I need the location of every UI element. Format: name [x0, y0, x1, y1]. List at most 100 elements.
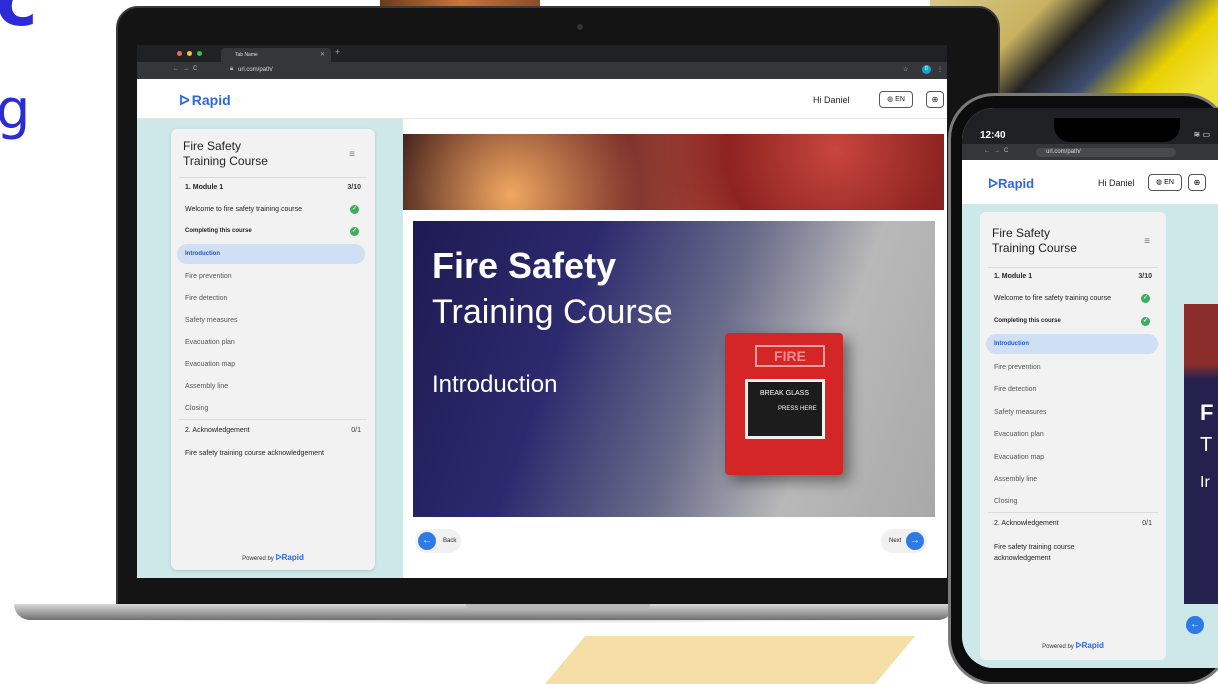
module-2-progress: 0/1: [351, 427, 361, 434]
phone-zoom-button[interactable]: ⊕: [1188, 174, 1206, 191]
module-1-header[interactable]: 1. Module 1 3/10: [185, 184, 361, 191]
bookmark-star-icon[interactable]: ☆: [903, 66, 908, 73]
module-1-header[interactable]: 1. Module 1 3/10: [994, 273, 1152, 280]
sidebar-item-fire-detection[interactable]: Fire detection: [185, 295, 361, 302]
phone-slide-peek: F T Ir: [1184, 304, 1218, 604]
new-tab-icon[interactable]: +: [335, 47, 340, 57]
phone-app-header: ᐅRapid Hi Daniel ◍ EN ⊕: [962, 160, 1218, 204]
background-letter-c: c: [0, 0, 38, 42]
sidebar-item-assembly-line[interactable]: Assembly line: [994, 476, 1152, 483]
arrow-left-icon: ←: [418, 532, 436, 550]
zoom-icon: ⊕: [931, 95, 939, 104]
globe-icon: ◍: [887, 96, 894, 103]
sidebar-item-completing[interactable]: Completing this course ✓: [185, 227, 361, 236]
powered-by-logo[interactable]: ᐅRapid: [275, 553, 303, 562]
sidebar-item-acknowledgement[interactable]: Fire safety training course acknowledgem…: [994, 542, 1152, 564]
back-label: Back: [443, 538, 457, 544]
brand-logo[interactable]: ᐅ Rapid: [179, 92, 231, 109]
lesson-content: Fire Safety Training Course Introduction…: [403, 119, 947, 578]
background-yellow-shape: [534, 636, 916, 684]
powered-by: Powered by ᐅRapid: [980, 641, 1166, 650]
browser-nav-icons[interactable]: ←→C: [173, 66, 201, 72]
module-2-header[interactable]: 2. Acknowledgement 0/1: [185, 427, 361, 434]
zoom-button[interactable]: ⊕: [926, 91, 944, 108]
module-2-progress: 0/1: [1142, 520, 1152, 527]
phone-url-field[interactable]: url.com/path/: [1036, 148, 1176, 157]
sidebar-item-label: Introduction: [994, 341, 1029, 347]
browser-menu-icon[interactable]: ⋮: [937, 66, 943, 73]
course-title-line2: Training Course: [992, 241, 1077, 255]
fire-alarm-image: FIRE BREAK GLASS PRESS HERE: [725, 333, 843, 475]
module-1-progress: 3/10: [347, 184, 361, 191]
profile-avatar[interactable]: D: [922, 65, 931, 74]
sidebar-item-label: Evacuation plan: [185, 339, 235, 346]
language-button[interactable]: ◍ EN: [879, 91, 913, 108]
divider: [988, 267, 1158, 268]
sidebar-item-safety-measures[interactable]: Safety measures: [185, 317, 361, 324]
sidebar-item-label: Fire prevention: [185, 273, 232, 280]
sidebar-item-label: Safety measures: [185, 317, 238, 324]
module-2-header[interactable]: 2. Acknowledgement 0/1: [994, 520, 1152, 527]
sidebar-item-welcome[interactable]: Welcome to fire safety training course ✓: [185, 205, 361, 214]
brand-name: Rapid: [191, 92, 231, 108]
menu-icon[interactable]: ≡: [1144, 236, 1150, 247]
course-title: Fire Safety Training Course: [183, 139, 303, 169]
background-letter-g: g: [0, 78, 31, 141]
url-field[interactable]: url.com/path/: [238, 67, 273, 73]
sidebar-item-introduction[interactable]: Introduction: [994, 341, 1152, 347]
slide-subtitle: Training Course: [432, 293, 673, 331]
phone-screen: 12:40 ≋ ▭ ←→C url.com/path/ ᐅRapid Hi Da…: [962, 108, 1218, 668]
fire-extinguisher-banner: [403, 134, 944, 210]
sidebar-item-assembly-line[interactable]: Assembly line: [185, 383, 361, 390]
divider: [988, 512, 1158, 513]
sidebar-item-fire-prevention[interactable]: Fire prevention: [994, 364, 1152, 371]
minimize-window-dot[interactable]: [187, 51, 192, 56]
next-button[interactable]: Next →: [881, 529, 927, 553]
check-icon: ✓: [350, 227, 359, 236]
phone-time: 12:40: [980, 130, 1006, 141]
sidebar-item-evacuation-plan[interactable]: Evacuation plan: [994, 431, 1152, 438]
browser-address-bar: ←→C 🔒︎ url.com/path/ ☆ D ⋮: [137, 62, 947, 79]
module-1-label: 1. Module 1: [185, 184, 224, 191]
phone-notch: [1054, 118, 1180, 142]
browser-tab[interactable]: Tab Name ✕: [221, 48, 331, 62]
sidebar-item-fire-prevention[interactable]: Fire prevention: [185, 273, 361, 280]
sidebar-item-fire-detection[interactable]: Fire detection: [994, 386, 1152, 393]
sidebar-item-completing[interactable]: Completing this course ✓: [994, 317, 1152, 326]
sidebar-item-acknowledgement[interactable]: Fire safety training course acknowledgem…: [185, 450, 361, 457]
laptop-camera: [577, 24, 583, 30]
course-title-line1: Fire Safety: [992, 226, 1051, 240]
powered-by: Powered by ᐅRapid: [171, 553, 375, 562]
sidebar-item-label: Safety measures: [994, 409, 1047, 416]
menu-icon[interactable]: ≡: [349, 149, 355, 160]
browser-nav-icons[interactable]: ←→C: [984, 148, 1012, 154]
marketing-stage: c g Tab Name ✕ + ←→C 🔒︎ url.com/path/ ☆ …: [0, 0, 1218, 684]
sidebar-item-evacuation-map[interactable]: Evacuation map: [185, 361, 361, 368]
phone-brand-logo[interactable]: ᐅRapid: [988, 176, 1034, 192]
maximize-window-dot[interactable]: [197, 51, 202, 56]
sidebar-item-evacuation-map[interactable]: Evacuation map: [994, 454, 1152, 461]
close-window-dot[interactable]: [177, 51, 182, 56]
alarm-press-label: PRESS HERE: [778, 406, 817, 412]
close-tab-icon[interactable]: ✕: [320, 48, 325, 62]
check-icon: ✓: [350, 205, 359, 214]
next-label: Next: [889, 538, 902, 544]
sidebar-item-evacuation-plan[interactable]: Evacuation plan: [185, 339, 361, 346]
logo-arrow-icon: ᐅ: [179, 92, 190, 108]
sidebar-item-label: Welcome to fire safety training course: [994, 295, 1111, 302]
check-icon: ✓: [1141, 294, 1150, 303]
sidebar-item-safety-measures[interactable]: Safety measures: [994, 409, 1152, 416]
sidebar-item-label-line2: acknowledgement: [994, 555, 1051, 562]
powered-by-brand: Rapid: [1081, 641, 1104, 650]
sidebar-item-introduction[interactable]: Introduction: [185, 251, 361, 257]
powered-by-logo[interactable]: ᐅRapid: [1075, 641, 1103, 650]
phone-language-button[interactable]: ◍ EN: [1148, 174, 1182, 191]
sidebar-item-closing[interactable]: Closing: [994, 498, 1152, 505]
sidebar-item-closing[interactable]: Closing: [185, 405, 361, 412]
sidebar-item-label: Completing this course: [994, 318, 1061, 324]
sidebar-item-label: Fire detection: [994, 386, 1037, 393]
back-button[interactable]: ← Back: [415, 529, 461, 553]
phone-back-arrow-icon[interactable]: ←: [1186, 616, 1204, 634]
sidebar-item-welcome[interactable]: Welcome to fire safety training course ✓: [994, 294, 1152, 303]
sidebar-item-label: Fire safety training course acknowledgem…: [185, 450, 324, 457]
